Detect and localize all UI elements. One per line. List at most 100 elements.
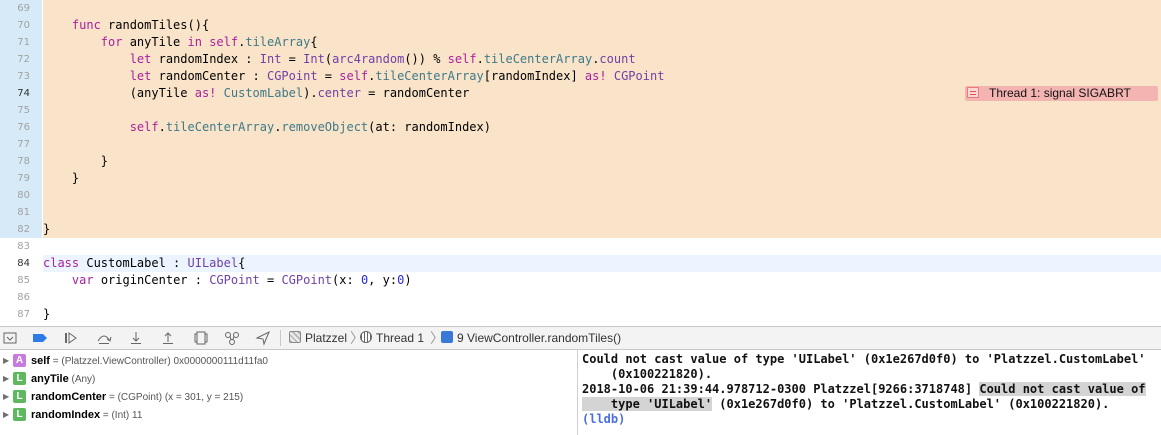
line-number[interactable]: 78 <box>0 153 42 170</box>
variable-value: = (Int) 11 <box>100 410 143 421</box>
code-text[interactable]: } <box>43 170 1161 187</box>
code-line[interactable]: 72 let randomIndex : Int = Int(arc4rando… <box>0 51 1161 68</box>
code-text[interactable]: } <box>43 153 1161 170</box>
code-line[interactable]: 82} <box>0 221 1161 238</box>
code-line[interactable]: 77 <box>0 136 1161 153</box>
code-line[interactable]: 71 for anyTile in self.tileArray{ <box>0 34 1161 51</box>
memory-graph-icon[interactable] <box>224 330 240 346</box>
code-text[interactable]: } <box>43 221 1161 238</box>
code-token: } <box>43 222 51 236</box>
code-text[interactable]: class CustomLabel : UILabel{ <box>43 255 1161 272</box>
code-line[interactable]: 79 } <box>0 170 1161 187</box>
disclosure-triangle-icon[interactable]: ▶ <box>3 406 11 424</box>
code-line[interactable]: 81 <box>0 204 1161 221</box>
line-number[interactable]: 85 <box>0 272 42 289</box>
line-number[interactable]: 70 <box>0 17 42 34</box>
hide-debug-area-icon[interactable] <box>2 330 18 346</box>
variable-row[interactable]: ▶ LanyTile (Any) <box>0 370 575 388</box>
code-line[interactable]: 76 self.tileCenterArray.removeObject(at:… <box>0 119 1161 136</box>
code-text[interactable] <box>43 136 1161 153</box>
breadcrumb-frame[interactable]: 9 ViewController.randomTiles() <box>441 330 621 346</box>
code-line[interactable]: 73 let randomCenter : CGPoint = self.til… <box>0 68 1161 85</box>
line-number[interactable]: 71 <box>0 34 42 51</box>
line-number[interactable]: 84 <box>0 255 42 272</box>
code-token: randomTiles(){ <box>100 18 210 32</box>
code-text[interactable] <box>43 187 1161 204</box>
code-text[interactable] <box>43 289 1161 306</box>
code-line[interactable]: 75 <box>0 102 1161 119</box>
line-number[interactable]: 87 <box>0 306 42 323</box>
code-text[interactable]: func randomTiles(){ <box>43 17 1161 34</box>
code-token: , y: <box>368 273 398 287</box>
code-text[interactable]: for anyTile in self.tileArray{ <box>43 34 1161 51</box>
code-line[interactable]: 83 <box>0 238 1161 255</box>
code-line[interactable]: 69 <box>0 0 1161 17</box>
code-text[interactable]: let randomCenter : CGPoint = self.tileCe… <box>43 68 1161 85</box>
code-token: { <box>310 35 318 49</box>
code-line[interactable]: 80 <box>0 187 1161 204</box>
code-token: tileArray <box>245 35 311 49</box>
code-text[interactable]: let randomIndex : Int = Int(arc4random()… <box>43 51 1161 68</box>
breakpoints-toggle-icon[interactable] <box>32 330 48 346</box>
variable-row[interactable]: ▶ LrandomCenter = (CGPoint) (x = 301, y =… <box>0 388 575 406</box>
line-number[interactable]: 81 <box>0 204 42 221</box>
step-over-icon[interactable] <box>96 330 112 346</box>
line-number[interactable]: 74 <box>0 85 42 102</box>
line-number[interactable]: 76 <box>0 119 42 136</box>
code-token: as! <box>584 69 607 83</box>
code-token: count <box>599 52 636 66</box>
step-out-icon[interactable] <box>160 330 176 346</box>
code-token: CustomLabel : <box>79 256 188 270</box>
breadcrumb-scheme[interactable]: Platzzel <box>289 330 347 346</box>
code-text[interactable]: } <box>43 306 1161 323</box>
disclosure-triangle-icon[interactable]: ▶ <box>3 370 11 388</box>
debug-console[interactable]: Could not cast value of type 'UILabel' (… <box>577 350 1161 435</box>
scheme-label: Platzzel <box>305 331 348 345</box>
code-text[interactable]: var originCenter : CGPoint = CGPoint(x: … <box>43 272 1161 289</box>
disclosure-triangle-icon[interactable]: ▶ <box>3 352 11 370</box>
console-selection: type 'UILabel' <box>582 397 713 411</box>
code-token: func <box>71 18 101 32</box>
code-text[interactable] <box>43 0 1161 17</box>
code-token: tileCenterArray <box>375 69 484 83</box>
line-number[interactable]: 75 <box>0 102 42 119</box>
code-text[interactable] <box>43 102 1161 119</box>
view-hierarchy-icon[interactable] <box>193 330 209 346</box>
line-number[interactable]: 77 <box>0 136 42 153</box>
code-line[interactable]: 87} <box>0 306 1161 323</box>
line-number[interactable]: 80 <box>0 187 42 204</box>
code-text[interactable] <box>43 204 1161 221</box>
line-number[interactable]: 73 <box>0 68 42 85</box>
code-text[interactable]: self.tileCenterArray.removeObject(at: ra… <box>43 119 1161 136</box>
line-number[interactable]: 82 <box>0 221 42 238</box>
continue-icon[interactable] <box>63 330 79 346</box>
code-line[interactable]: 85 var originCenter : CGPoint = CGPoint(… <box>0 272 1161 289</box>
source-editor[interactable]: 69 70 func randomTiles(){71 for anyTile i… <box>0 0 1161 325</box>
code-token: (x: <box>332 273 361 287</box>
code-token: randomIndex : <box>151 52 260 66</box>
breadcrumb-thread[interactable]: Thread 1 <box>360 330 424 346</box>
variable-value: = (CGPoint) (x = 301, y = 215) <box>106 392 244 403</box>
disclosure-triangle-icon[interactable]: ▶ <box>3 388 11 406</box>
code-line[interactable]: 86 <box>0 289 1161 306</box>
code-line[interactable]: 84 class CustomLabel : UILabel{ <box>0 255 1161 272</box>
error-annotation[interactable]: Thread 1: signal SIGABRT <box>965 86 1158 101</box>
variable-row[interactable]: ▶ LrandomIndex = (Int) 11 <box>0 406 575 424</box>
error-lines-icon <box>967 87 979 98</box>
code-token: self <box>209 35 239 49</box>
code-line[interactable]: 70 func randomTiles(){ <box>0 17 1161 34</box>
variable-value: (Any) <box>68 374 96 385</box>
line-number[interactable]: 72 <box>0 51 42 68</box>
code-text[interactable] <box>43 238 1161 255</box>
line-number[interactable]: 69 <box>0 0 42 17</box>
line-number[interactable]: 79 <box>0 170 42 187</box>
code-token: self <box>339 69 369 83</box>
step-into-icon[interactable] <box>128 330 144 346</box>
code-line[interactable]: 78 } <box>0 153 1161 170</box>
line-number[interactable]: 86 <box>0 289 42 306</box>
simulate-location-icon[interactable] <box>255 330 271 346</box>
lldb-prompt[interactable]: (lldb) <box>582 412 625 427</box>
line-number[interactable]: 83 <box>0 238 42 255</box>
variable-row[interactable]: ▶ Aself = (Platzzel.ViewController) 0x000… <box>0 352 575 370</box>
